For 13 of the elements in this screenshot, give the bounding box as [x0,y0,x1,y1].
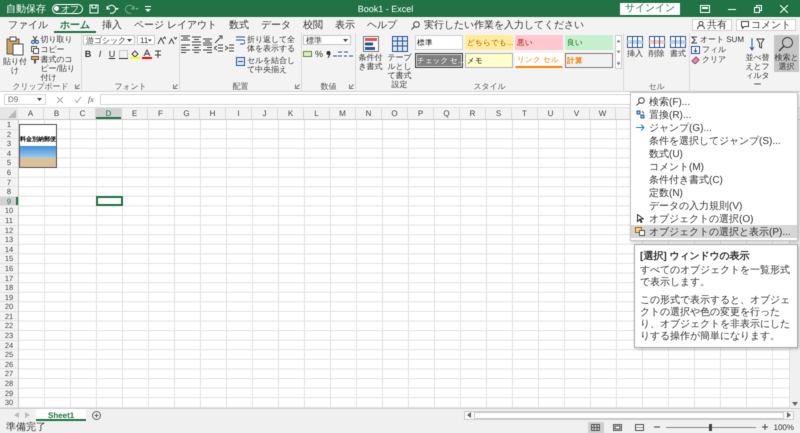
zoom-level-text: 100% [774,422,794,432]
group-label: 配置 [232,80,248,92]
group-label: 数値 [320,80,336,92]
group-label: クリップボード [12,82,68,92]
group-label: フォント [114,80,146,92]
window-title: Book1 - Excel [356,4,414,14]
tooltip-text: すべてのオブジェクトを一覧形式で表示します。 [640,265,791,289]
tooltip-text: この形式で表示すると、オブジェクトの選択や色の変更を行ったり、オブジェクトを非表示にしたりする操作が簡単になります。 [640,295,791,343]
status-text: 準備完了 [6,420,46,433]
group-label: セル [648,80,664,92]
tooltip-title: [選択] ウィンドウの表示 [640,250,750,263]
group-label: スタイル [474,80,506,92]
autosave-label: 自動保存 [6,2,46,16]
